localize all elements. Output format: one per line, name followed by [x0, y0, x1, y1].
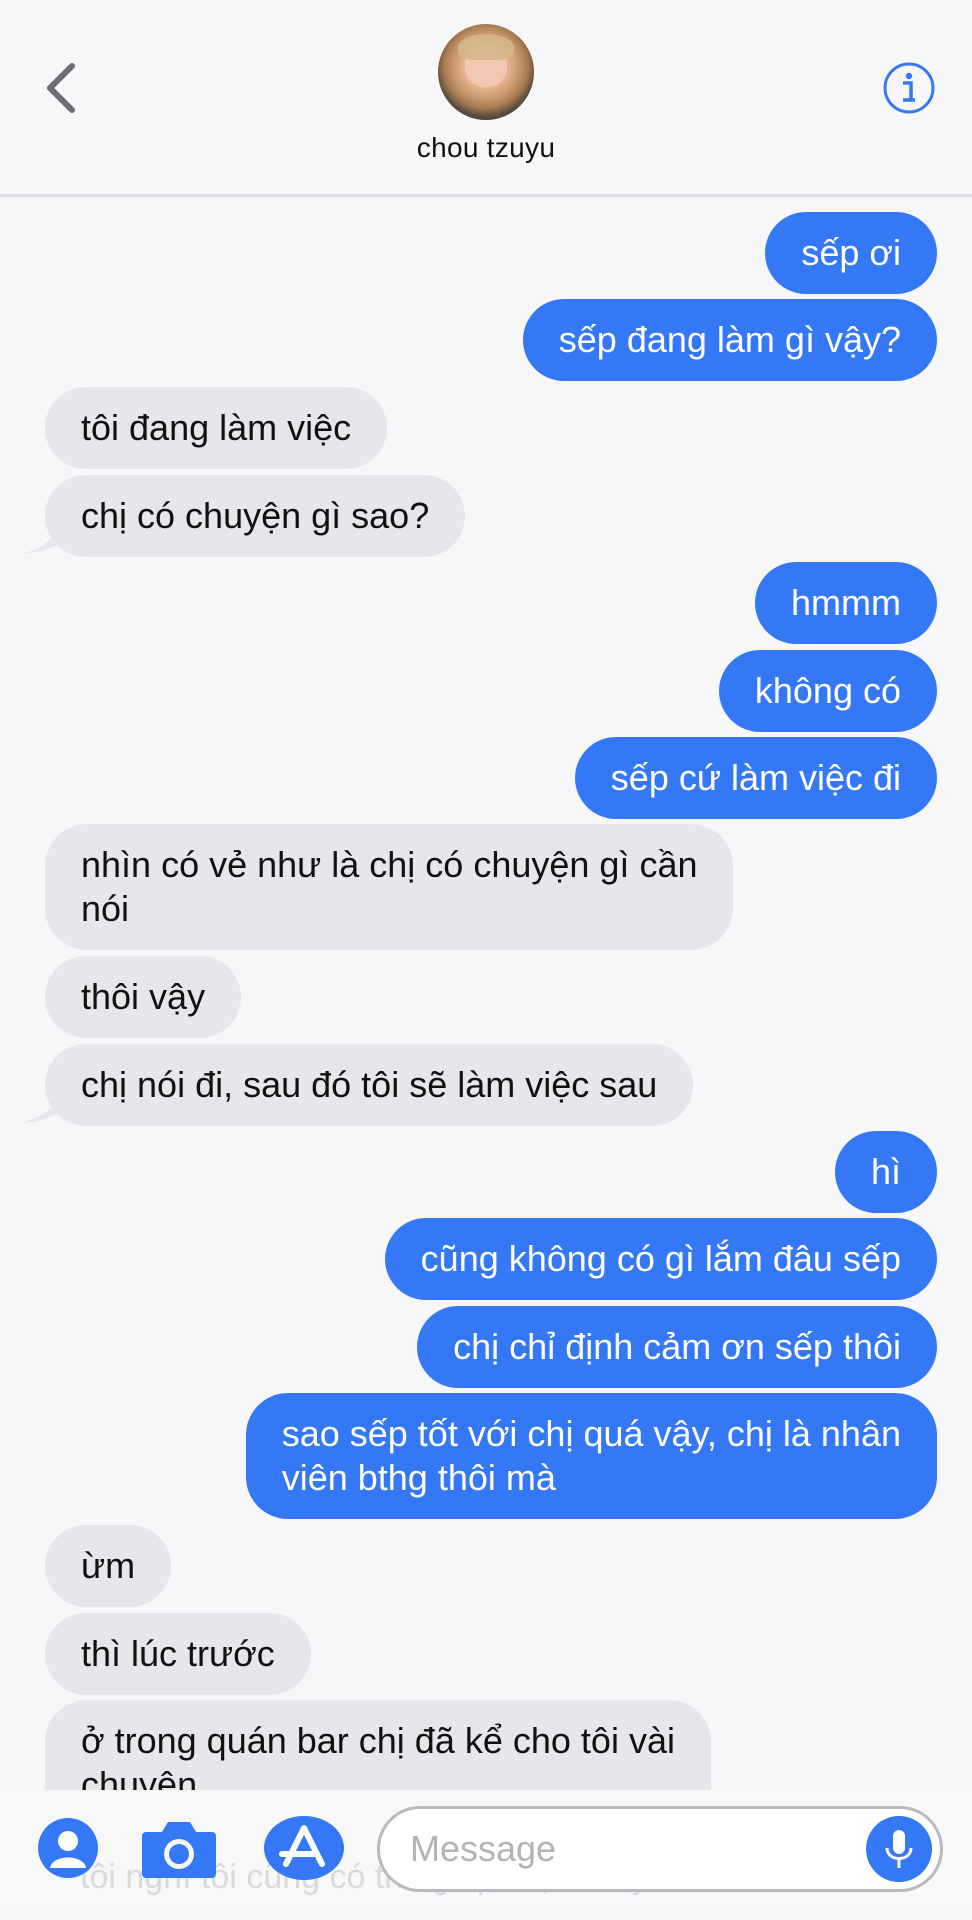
message-bubble-outgoing[interactable]: hì — [834, 1131, 937, 1213]
contact-icon[interactable] — [36, 1816, 100, 1885]
message-bubble-outgoing[interactable]: hmmm — [755, 562, 937, 644]
message-thread[interactable]: sếp ơi sếp đang làm gì vậy? tôi đang làm… — [0, 200, 972, 1790]
message-input-field[interactable] — [377, 1806, 943, 1892]
info-icon[interactable] — [882, 61, 936, 115]
message-bubble-outgoing[interactable]: sao sếp tốt với chị quá vậy, chị là nhân… — [245, 1393, 937, 1519]
contact-name[interactable]: chou tzuyu — [0, 132, 972, 164]
camera-icon[interactable] — [140, 1816, 218, 1885]
message-bubble-incoming[interactable]: thôi vậy — [45, 956, 242, 1038]
conversation-header: chou tzuyu — [0, 0, 972, 197]
back-chevron-icon[interactable] — [40, 60, 90, 116]
avatar[interactable] — [438, 24, 534, 120]
message-bubble-incoming[interactable]: ừm — [45, 1525, 172, 1607]
microphone-icon[interactable] — [866, 1816, 932, 1882]
message-bubble-incoming[interactable]: chị nói đi, sau đó tôi sẽ làm việc sau — [45, 1044, 694, 1126]
message-bubble-incoming[interactable]: chị có chuyện gì sao? — [45, 475, 466, 557]
message-bubble-outgoing[interactable]: sếp đang làm gì vậy? — [522, 299, 937, 381]
message-bubble-outgoing[interactable]: không có — [718, 650, 937, 732]
message-bubble-outgoing[interactable]: sếp ơi — [765, 212, 937, 294]
message-bubble-outgoing[interactable]: cũng không có gì lắm đâu sếp — [384, 1218, 937, 1300]
message-bubble-incoming[interactable]: nhìn có vẻ như là chị có chuyện gì cần n… — [45, 824, 734, 950]
message-bubble-outgoing[interactable]: sếp cứ làm việc đi — [574, 737, 937, 819]
message-bubble-incoming[interactable]: thì lúc trước — [45, 1613, 311, 1695]
message-bubble-incoming[interactable]: tôi đang làm việc — [45, 387, 388, 469]
app-store-icon[interactable] — [262, 1814, 346, 1887]
bubble-tail — [22, 520, 62, 554]
message-bubble-incoming[interactable]: ở trong quán bar chị đã kể cho tôi vài c… — [45, 1700, 711, 1790]
bubble-tail — [22, 1089, 62, 1123]
message-bubble-outgoing[interactable]: chị chỉ định cảm ơn sếp thôi — [417, 1306, 937, 1388]
message-input[interactable] — [410, 1823, 850, 1875]
